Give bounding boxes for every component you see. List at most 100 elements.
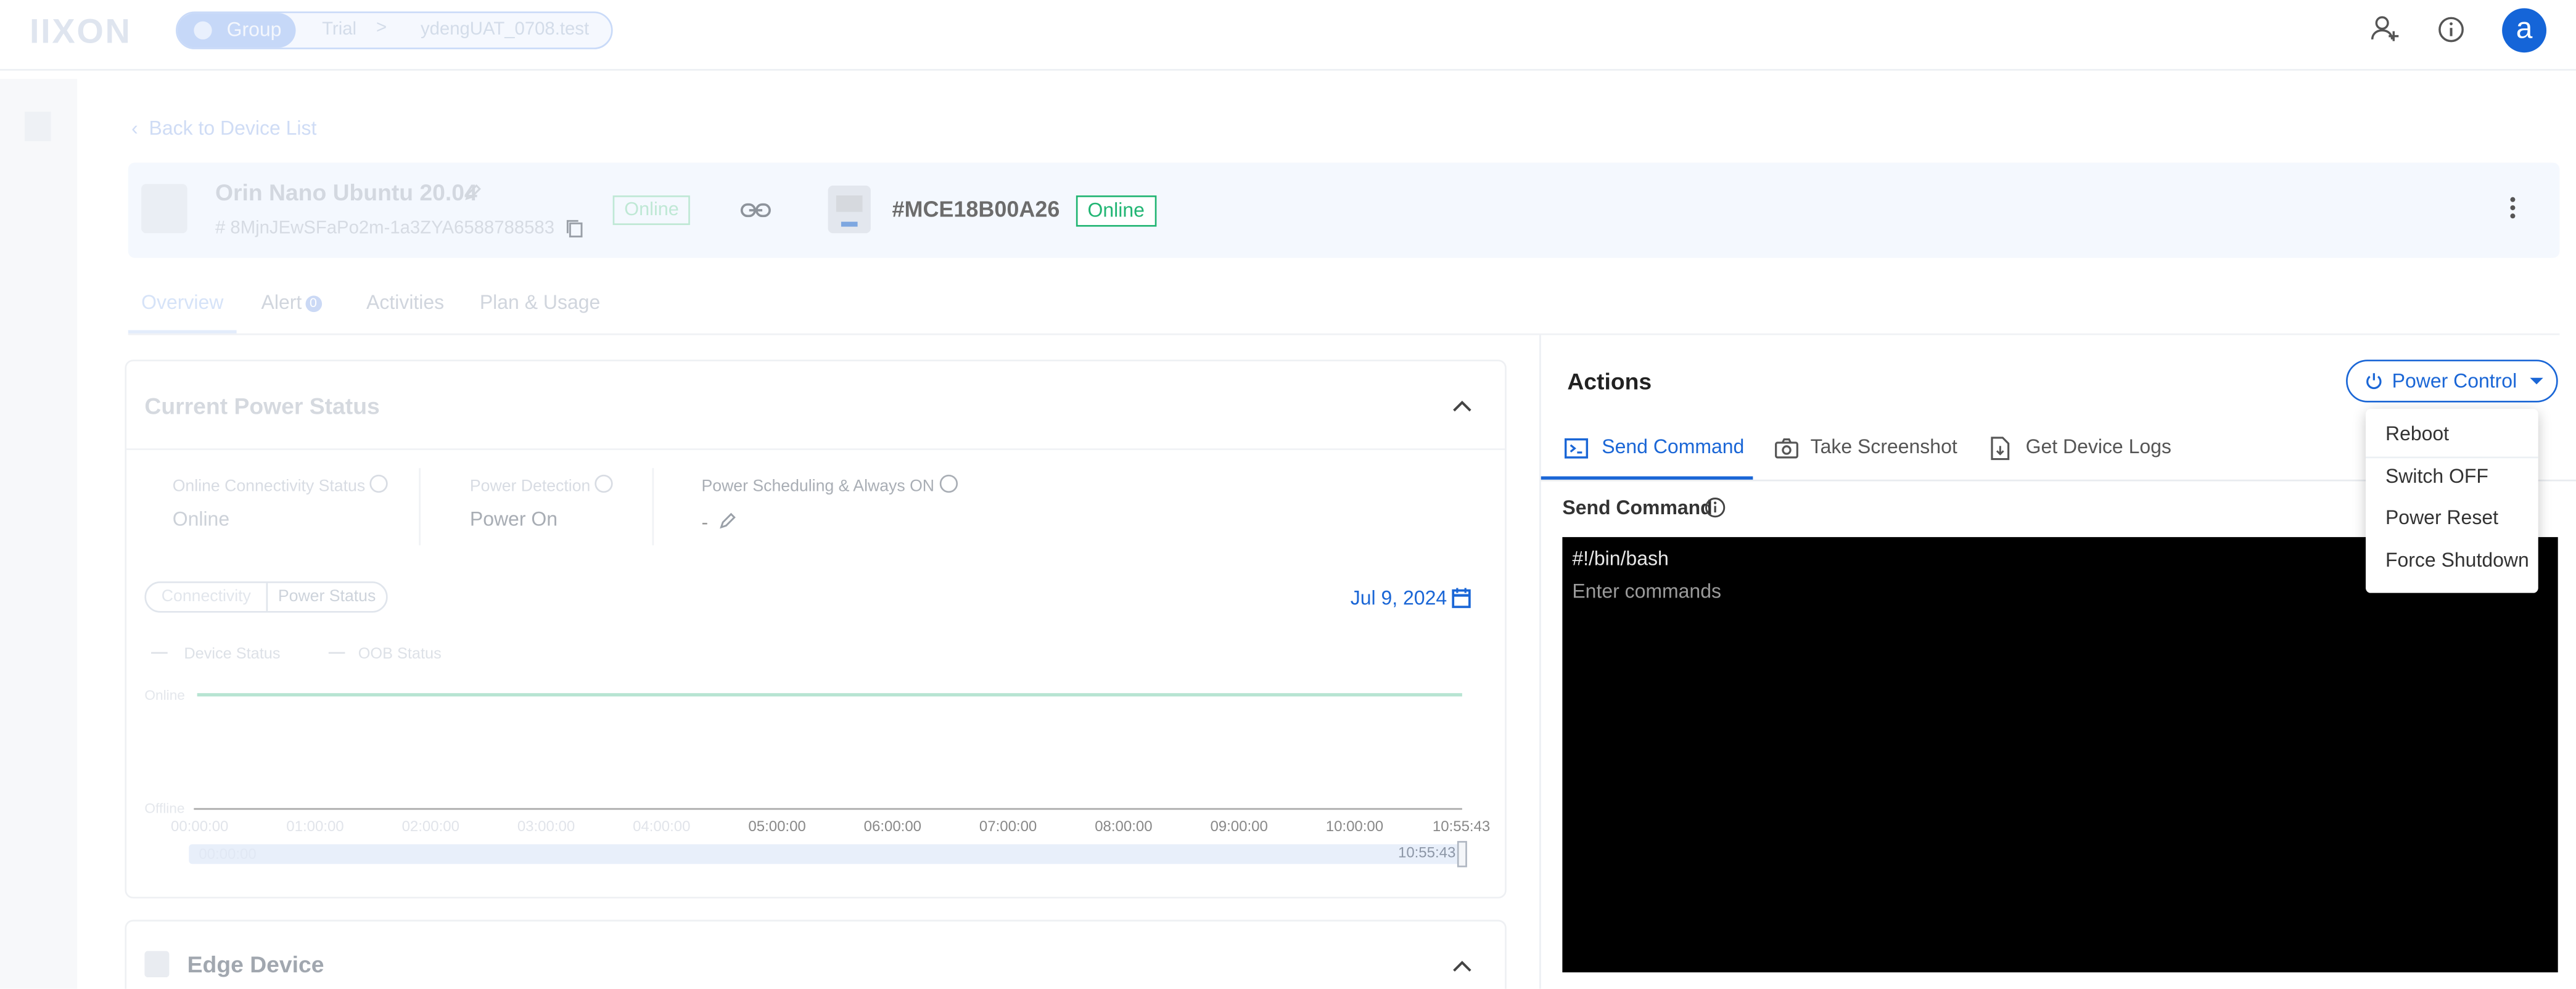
tab-plan-usage[interactable]: Plan & Usage (480, 291, 601, 314)
chart-mode-toggle: Connectivity Power Status (144, 581, 388, 613)
menu-item-reboot[interactable]: Reboot (2385, 422, 2449, 445)
edge-device-title: Edge Device (187, 951, 324, 978)
stat-value-connectivity: Online (172, 507, 230, 531)
range-handle[interactable] (1457, 840, 1467, 868)
file-download-icon (1990, 435, 2011, 462)
camera-icon (1774, 437, 1799, 460)
info-icon (939, 474, 957, 493)
group-icon (194, 21, 212, 39)
tab-active-indicator (128, 330, 237, 334)
x-tick-label: 08:00:00 (1095, 818, 1153, 835)
collapse-chevron-icon[interactable] (1451, 398, 1473, 414)
range-end-label: 10:55:43 (1397, 844, 1456, 861)
info-icon (595, 474, 614, 493)
info-icon[interactable] (1703, 496, 1726, 519)
chart-range-scrollbar[interactable] (189, 844, 1466, 864)
menu-item-switch-off[interactable]: Switch OFF (2385, 465, 2488, 488)
tab-get-device-logs[interactable]: Get Device Logs (2026, 435, 2171, 458)
edit-icon[interactable] (463, 183, 483, 202)
caret-down-icon (2530, 377, 2543, 385)
power-icon (2364, 371, 2384, 391)
device-id: # 8MjnJEwSFaPo2m-1a3ZYA6588788583 (215, 218, 555, 239)
power-control-label: Power Control (2392, 369, 2517, 393)
link-icon[interactable] (739, 197, 772, 224)
edge-device-card (125, 919, 1507, 989)
power-control-button[interactable]: Power Control (2346, 359, 2558, 403)
stat-value-power-detection: Power On (469, 507, 558, 531)
legend-oob-status: OOB Status (328, 646, 442, 663)
y-axis-label-online: Online (144, 686, 185, 704)
collapse-chevron-icon[interactable] (1451, 958, 1473, 974)
x-tick-label: 04:00:00 (633, 818, 691, 835)
stat-divider (419, 468, 421, 546)
edit-icon[interactable] (718, 511, 738, 530)
x-tick-label: 01:00:00 (286, 818, 344, 835)
breadcrumb-current[interactable]: ydengUAT_0708.test (421, 20, 589, 39)
calendar-icon[interactable] (1451, 586, 1472, 609)
x-tick-label: 06:00:00 (863, 818, 922, 835)
x-tick-label: 03:00:00 (517, 818, 575, 835)
sidebar-item-icon[interactable] (24, 112, 51, 142)
power-status-title: Current Power Status (144, 392, 380, 419)
actions-title: Actions (1567, 367, 1652, 395)
tab-alert-label: Alert (261, 290, 302, 314)
toggle-power-status[interactable]: Power Status (268, 583, 386, 611)
y-axis-label-offline: Offline (144, 800, 185, 816)
page: IIXON Group Trial > ydengUAT_0708.test a… (0, 0, 2576, 989)
x-tick-label: 05:00:00 (748, 818, 806, 835)
tab-take-screenshot[interactable]: Take Screenshot (1811, 435, 1957, 458)
x-tick-label: 00:00:00 (171, 818, 229, 835)
device-status-badge: Online (612, 195, 691, 225)
terminal-placeholder[interactable]: Enter commands (1572, 580, 1721, 602)
power-control-menu: Reboot Switch OFF Power Reset Force Shut… (2366, 409, 2538, 593)
tab-alert[interactable]: Alert 0 (261, 291, 322, 314)
breadcrumb-middle[interactable]: Trial (322, 20, 356, 39)
stat-label-connectivity: Online Connectivity Status (173, 474, 388, 496)
app-logo: IIXON (29, 13, 132, 51)
avatar[interactable]: a (2502, 8, 2547, 53)
breadcrumb-separator-icon: > (376, 18, 387, 38)
terminal-icon (1564, 437, 1589, 460)
add-user-icon[interactable] (2368, 12, 2404, 48)
tab-overview[interactable]: Overview (141, 291, 223, 314)
legend-line-icon (151, 652, 168, 654)
tab-send-command[interactable]: Send Command (1602, 435, 1744, 458)
date-label: Jul 9, 2024 (1350, 586, 1447, 610)
stat-divider (652, 468, 654, 546)
info-icon (369, 474, 388, 493)
toggle-connectivity[interactable]: Connectivity (146, 583, 268, 611)
device-header (128, 162, 2560, 258)
date-picker[interactable]: Jul 9, 2024 (1351, 586, 1447, 609)
device-name: Orin Nano Ubuntu 20.04 (215, 179, 477, 205)
x-tick-label: 07:00:00 (979, 818, 1037, 835)
legend-line-icon (328, 652, 345, 654)
send-command-label: Send Command (1562, 496, 1713, 519)
breadcrumb-group[interactable]: Group (177, 13, 296, 48)
stat-label-power-scheduling: Power Scheduling & Always ON (701, 474, 957, 496)
x-tick-label: 09:00:00 (1210, 818, 1268, 835)
copy-icon[interactable] (565, 218, 585, 240)
edge-device-thumbnail (828, 186, 871, 234)
x-tick-label: 02:00:00 (401, 818, 459, 835)
menu-item-power-reset[interactable]: Power Reset (2385, 506, 2498, 528)
info-icon[interactable] (2433, 12, 2469, 48)
back-link-label: Back to Device List (149, 117, 317, 140)
menu-divider (2366, 456, 2538, 459)
menu-item-force-shutdown[interactable]: Force Shutdown (2385, 549, 2529, 572)
chevron-left-icon: ‹ (131, 117, 149, 140)
status-series-line (197, 693, 1462, 697)
back-to-device-list-link[interactable]: ‹ Back to Device List (131, 117, 316, 139)
legend-device-status: Device Status (151, 646, 281, 663)
edge-device-icon (144, 951, 170, 978)
stat-label-power-detection: Power Detection (470, 474, 614, 496)
more-options-icon[interactable] (2500, 194, 2523, 226)
edge-device-id: #MCE18B00A26 (892, 197, 1060, 222)
tab-activities[interactable]: Activities (366, 291, 444, 314)
left-sidebar (0, 78, 78, 989)
alert-count-badge: 0 (305, 295, 322, 313)
stat-value-power-scheduling: - (701, 511, 709, 534)
breadcrumb-group-label: Group (226, 18, 282, 41)
card-divider (126, 448, 1505, 450)
device-thumbnail (141, 184, 187, 234)
action-tab-active-indicator (1541, 476, 1753, 480)
